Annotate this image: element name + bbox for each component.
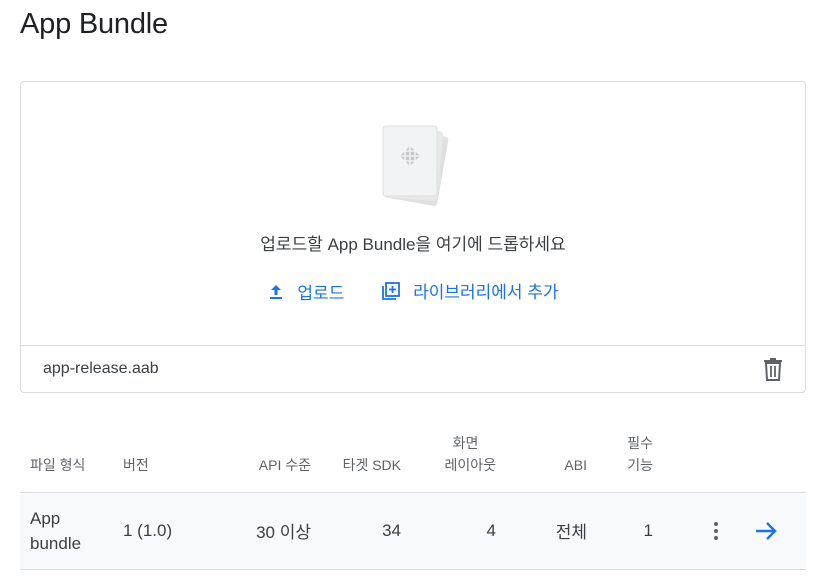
app-bundle-icon <box>382 125 449 206</box>
drop-zone[interactable]: 업로드할 App Bundle을 여기에 드롭하세요 업로드 라이브러리에서 추… <box>21 82 805 345</box>
cell-type: App bundle <box>20 491 123 570</box>
cell-version: 1 (1.0) <box>123 491 221 570</box>
trash-icon[interactable] <box>761 357 785 381</box>
upload-icon <box>270 284 283 299</box>
col-header-features-line1: 필수 <box>627 434 653 451</box>
cell-layouts: 4 <box>401 491 496 570</box>
upload-card: 업로드할 App Bundle을 여기에 드롭하세요 업로드 라이브러리에서 추… <box>20 81 806 393</box>
cell-type-line1: App <box>30 508 61 528</box>
bundle-details-table: 파일 형식 버전 API 수준 타겟 SDK 화면 레이아웃 ABI 필수 기능… <box>20 417 806 570</box>
cell-features: 1 <box>587 491 653 570</box>
col-header-layouts-line2: 레이아웃 <box>444 456 496 473</box>
upload-button[interactable]: 업로드 <box>267 279 344 304</box>
cell-type-line2: bundle <box>30 533 82 553</box>
cell-target-sdk: 34 <box>311 491 401 570</box>
upload-label: 업로드 <box>297 284 345 303</box>
uploaded-file-row: app-release.aab <box>21 345 805 394</box>
add-from-library-label: 라이브러리에서 추가 <box>413 283 559 302</box>
add-from-library-button[interactable]: 라이브러리에서 추가 <box>381 278 559 303</box>
drop-message: 업로드할 App Bundle을 여기에 드롭하세요 <box>260 235 566 254</box>
arrow-right-icon[interactable] <box>753 519 779 543</box>
page-title: App Bundle <box>20 8 168 40</box>
col-header-api: API 수준 <box>258 456 311 473</box>
table-row: App bundle 1 (1.0) 30 이상 34 4 전체 1 <box>20 491 806 570</box>
col-header-version: 버전 <box>123 456 149 473</box>
col-header-features-line2: 기능 <box>627 456 653 473</box>
col-header-features: 필수 기능 <box>587 417 653 492</box>
col-header-abi: ABI <box>564 456 587 473</box>
col-header-type: 파일 형식 <box>30 456 86 473</box>
cell-abi: 전체 <box>496 491 587 570</box>
library-add-icon <box>382 281 400 300</box>
upload-actions: 업로드 라이브러리에서 추가 <box>21 278 805 306</box>
col-header-layouts-line1: 화면 <box>452 434 479 451</box>
table-header-row: 파일 형식 버전 API 수준 타겟 SDK 화면 레이아웃 ABI 필수 기능 <box>20 417 806 492</box>
cell-api: 30 이상 <box>221 491 311 570</box>
more-vert-icon[interactable] <box>706 519 726 543</box>
file-name: app-release.aab <box>43 360 159 377</box>
col-header-target-sdk: 타겟 SDK <box>342 456 401 473</box>
col-header-layouts: 화면 레이아웃 <box>401 417 496 492</box>
